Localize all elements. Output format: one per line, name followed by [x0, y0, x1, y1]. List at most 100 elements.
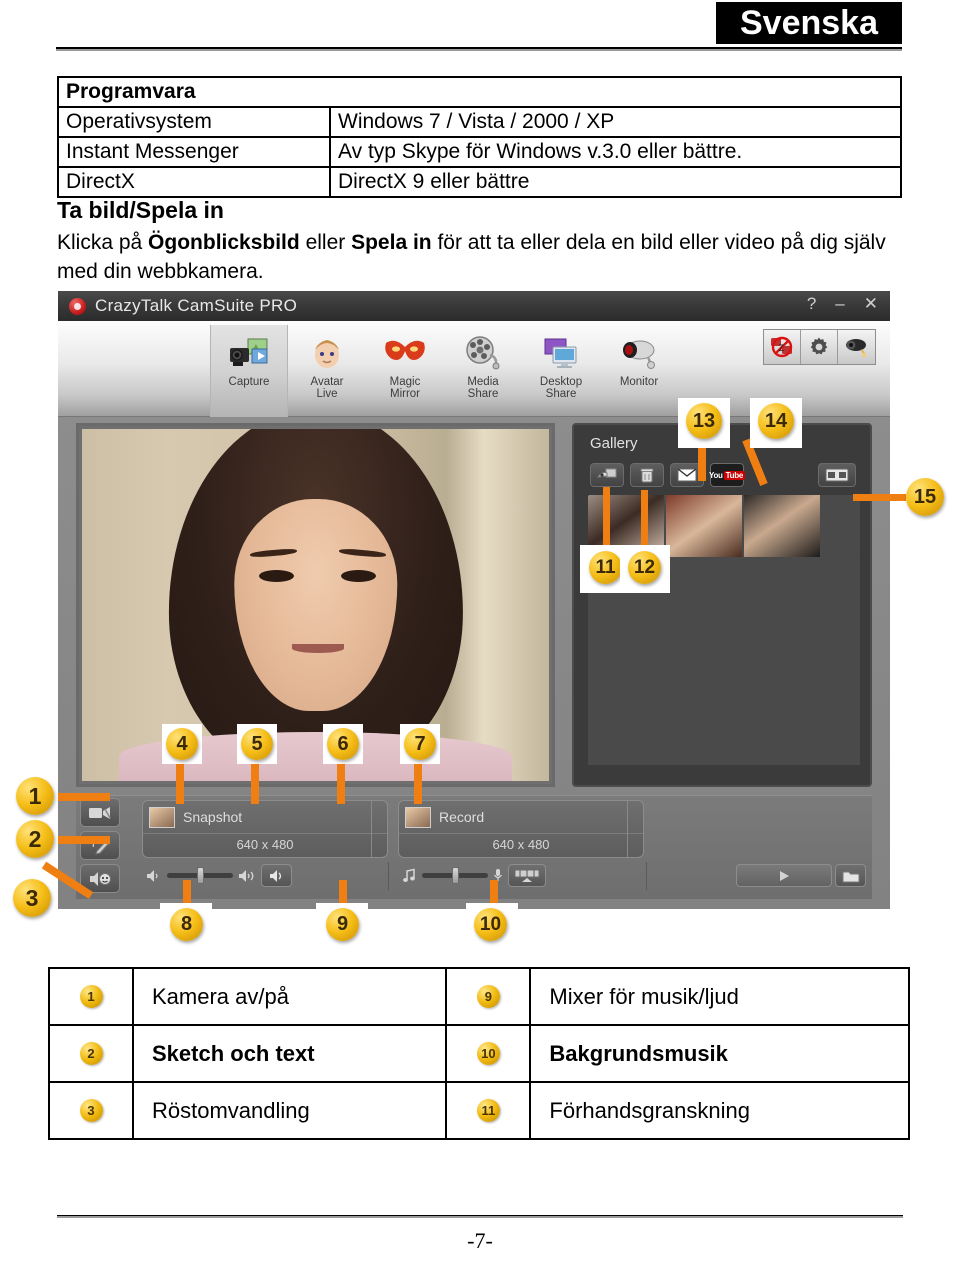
monitor-share-icon — [522, 330, 600, 376]
callout-leader-12 — [641, 490, 648, 552]
snapshot-row[interactable]: Snapshot — [143, 801, 387, 833]
gear-icon[interactable] — [801, 330, 838, 364]
snapshot-group[interactable]: Snapshot 640 x 480 — [142, 800, 388, 858]
ribbon-tab-desktop-share[interactable]: Desktop Share — [522, 325, 600, 417]
gallery-panel: Gallery You Tube — [572, 423, 872, 787]
callout-leader-7 — [414, 760, 422, 804]
spec-value-im: Av typ Skype för Windows v.3.0 eller bät… — [329, 136, 902, 168]
youtube-icon[interactable]: You Tube — [709, 463, 745, 487]
ribbon-tab-magic-mirror[interactable]: Magic Mirror — [366, 325, 444, 417]
legend-label: Mixer för musik/ljud — [529, 967, 910, 1026]
ribbon-tool-group: Z — [763, 329, 876, 365]
gallery-title: Gallery — [590, 435, 638, 452]
paragraph-part-1: Klicka på — [57, 231, 149, 254]
callout-leader-1 — [58, 793, 110, 801]
app-main-area: Gallery You Tube Snapshot 640 x 480 Reco… — [58, 417, 890, 909]
volume-slider-knob[interactable] — [197, 867, 204, 884]
capture-control-bar: T — [76, 795, 872, 899]
ribbon-label: Magic — [389, 376, 421, 388]
table-row: 1 Kamera av/på 9 Mixer för musik/ljud — [48, 967, 910, 1026]
callout-leader-4 — [176, 760, 184, 804]
svg-text:Z: Z — [779, 343, 785, 353]
youtube-tube-label: Tube — [723, 470, 745, 480]
left-tool-column: T — [80, 798, 126, 897]
preview-mouth — [292, 643, 344, 653]
ribbon-tab-capture[interactable]: Capture — [210, 325, 288, 417]
folder-icon[interactable] — [835, 864, 866, 887]
record-row[interactable]: Record — [399, 801, 643, 833]
callout-4: 4 — [166, 728, 198, 760]
page-number: -7- — [467, 1228, 493, 1253]
record-resolution: 640 x 480 — [399, 833, 643, 856]
legend-badge: 2 — [79, 1042, 103, 1065]
mixer-icon[interactable] — [508, 864, 546, 887]
callout-13: 13 — [686, 403, 722, 439]
speaker-mute-icon[interactable] — [261, 864, 292, 887]
spec-value-os: Windows 7 / Vista / 2000 / XP — [329, 106, 902, 138]
spec-value-directx: DirectX 9 eller bättre — [329, 166, 902, 198]
ribbon-tab-media-share[interactable]: Media Share — [444, 325, 522, 417]
no-chat-icon[interactable]: Z — [764, 330, 801, 364]
spec-label-im: Instant Messenger — [57, 136, 331, 168]
legend-badge: 10 — [476, 1042, 500, 1065]
legend-number-cell: 10 — [445, 1024, 532, 1083]
camera-photo-icon — [211, 330, 287, 376]
play-icon[interactable] — [736, 864, 832, 887]
callout-14: 14 — [758, 403, 794, 439]
software-requirements-table: Programvara Operativsystem Windows 7 / V… — [57, 76, 902, 198]
minimize-button[interactable]: – — [835, 294, 844, 314]
close-button[interactable]: ✕ — [864, 294, 878, 314]
gallery-thumbnail[interactable] — [666, 495, 742, 557]
camera-toggle-icon[interactable] — [80, 798, 120, 827]
callout-5: 5 — [241, 728, 273, 760]
music-note-icon — [403, 868, 415, 882]
legend-label: Röstomvandling — [131, 1081, 448, 1140]
record-group[interactable]: Record 640 x 480 — [398, 800, 644, 858]
table-title-cell: Programvara — [57, 76, 902, 108]
control-divider — [646, 862, 647, 890]
callout-15: 15 — [906, 478, 944, 516]
music-slider[interactable] — [422, 867, 488, 884]
volume-slider[interactable] — [167, 867, 233, 884]
control-divider — [388, 862, 389, 890]
speaker-high-icon — [239, 869, 254, 882]
help-button[interactable]: ? — [807, 294, 816, 314]
playback-group — [736, 864, 866, 887]
music-slider-knob[interactable] — [452, 867, 459, 884]
webcam-icon — [600, 330, 678, 376]
callout-6: 6 — [327, 728, 359, 760]
ribbon-label: Desktop — [539, 376, 583, 388]
film-reel-icon — [444, 330, 522, 376]
ribbon-tab-avatar-live[interactable]: Avatar Live — [288, 325, 366, 417]
paragraph-part-2: eller — [299, 231, 352, 254]
export-icon[interactable] — [590, 463, 624, 487]
ribbon-tab-monitor[interactable]: Monitor — [600, 325, 678, 417]
record-dropdown-arrow[interactable] — [627, 801, 643, 857]
gallery-thumbnail[interactable] — [744, 495, 820, 557]
filmstrip-view-icon[interactable] — [818, 463, 856, 487]
music-slider-group — [402, 864, 546, 887]
callout-7: 7 — [404, 728, 436, 760]
record-preview-thumb — [405, 806, 431, 828]
trash-icon[interactable] — [630, 463, 664, 487]
callout-3: 3 — [13, 879, 51, 917]
youtube-you-label: You — [709, 470, 723, 480]
paragraph-bold-record: Spela in — [351, 231, 432, 254]
snapshot-dropdown-arrow[interactable] — [371, 801, 387, 857]
table-row: 3 Röstomvandling 11 Förhandsgranskning — [48, 1081, 910, 1140]
app-titlebar: CrazyTalk CamSuite PRO ? – ✕ — [58, 291, 890, 321]
webcam-preview-image — [82, 429, 549, 781]
snapshot-resolution: 640 x 480 — [143, 833, 387, 856]
paragraph-bold-snapshot: Ögonblicksbild — [148, 231, 300, 254]
crazytalk-logo-icon — [69, 297, 86, 315]
app-title: CrazyTalk CamSuite PRO — [95, 296, 298, 315]
callout-1: 1 — [16, 777, 54, 815]
legend-badge: 1 — [79, 985, 103, 1008]
ribbon-label: Avatar — [310, 376, 344, 388]
legend-table: 1 Kamera av/på 9 Mixer för musik/ljud 2 … — [48, 967, 910, 1140]
section-paragraph: Klicka på Ögonblicksbild eller Spela in … — [57, 228, 917, 286]
baby-face-icon — [288, 330, 366, 376]
legend-label: Sketch och text — [131, 1024, 448, 1083]
camera-settings-icon[interactable] — [838, 330, 875, 364]
table-row: Operativsystem Windows 7 / Vista / 2000 … — [57, 106, 902, 138]
